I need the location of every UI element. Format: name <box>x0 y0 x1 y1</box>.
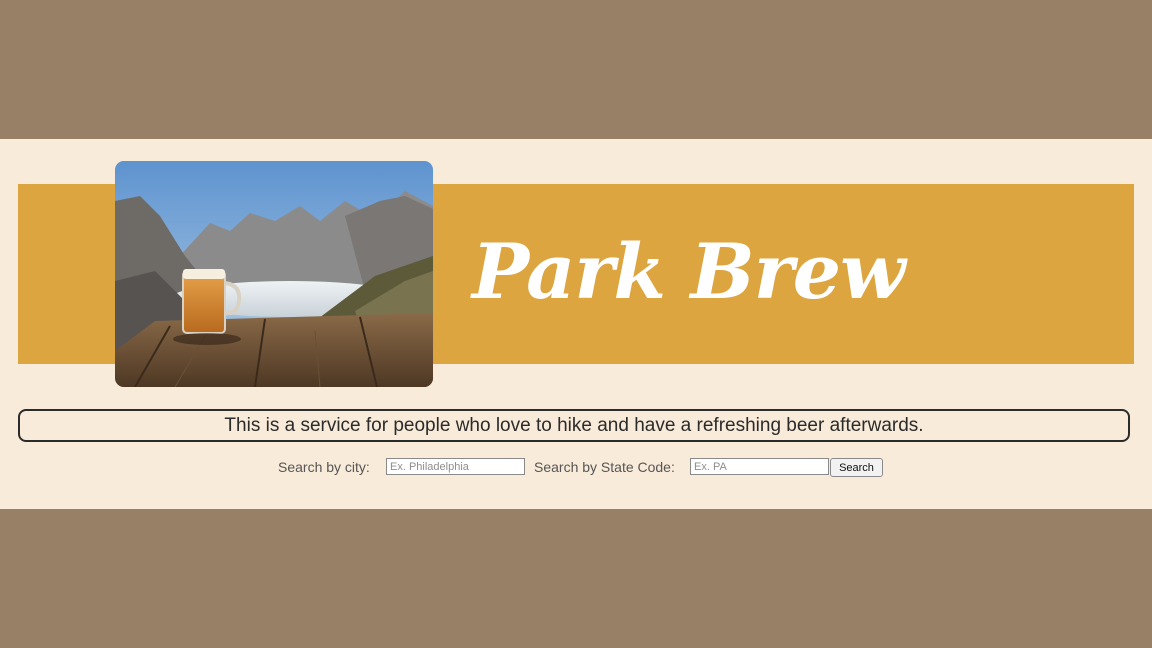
brand-title: Park Brew <box>472 227 906 316</box>
state-code-input[interactable] <box>690 458 829 475</box>
mountain-beer-photo-icon <box>115 161 433 387</box>
state-search-label: Search by State Code: <box>534 459 675 475</box>
tagline: This is a service for people who love to… <box>18 409 1130 442</box>
search-form: Search by city: Search by State Code: Se… <box>0 457 1152 479</box>
city-search-label: Search by city: <box>278 459 370 475</box>
city-search-input[interactable] <box>386 458 525 475</box>
hero-photo <box>115 161 433 387</box>
search-button[interactable]: Search <box>830 458 883 477</box>
page-band: Park Brew This is a service for people w… <box>0 139 1152 509</box>
